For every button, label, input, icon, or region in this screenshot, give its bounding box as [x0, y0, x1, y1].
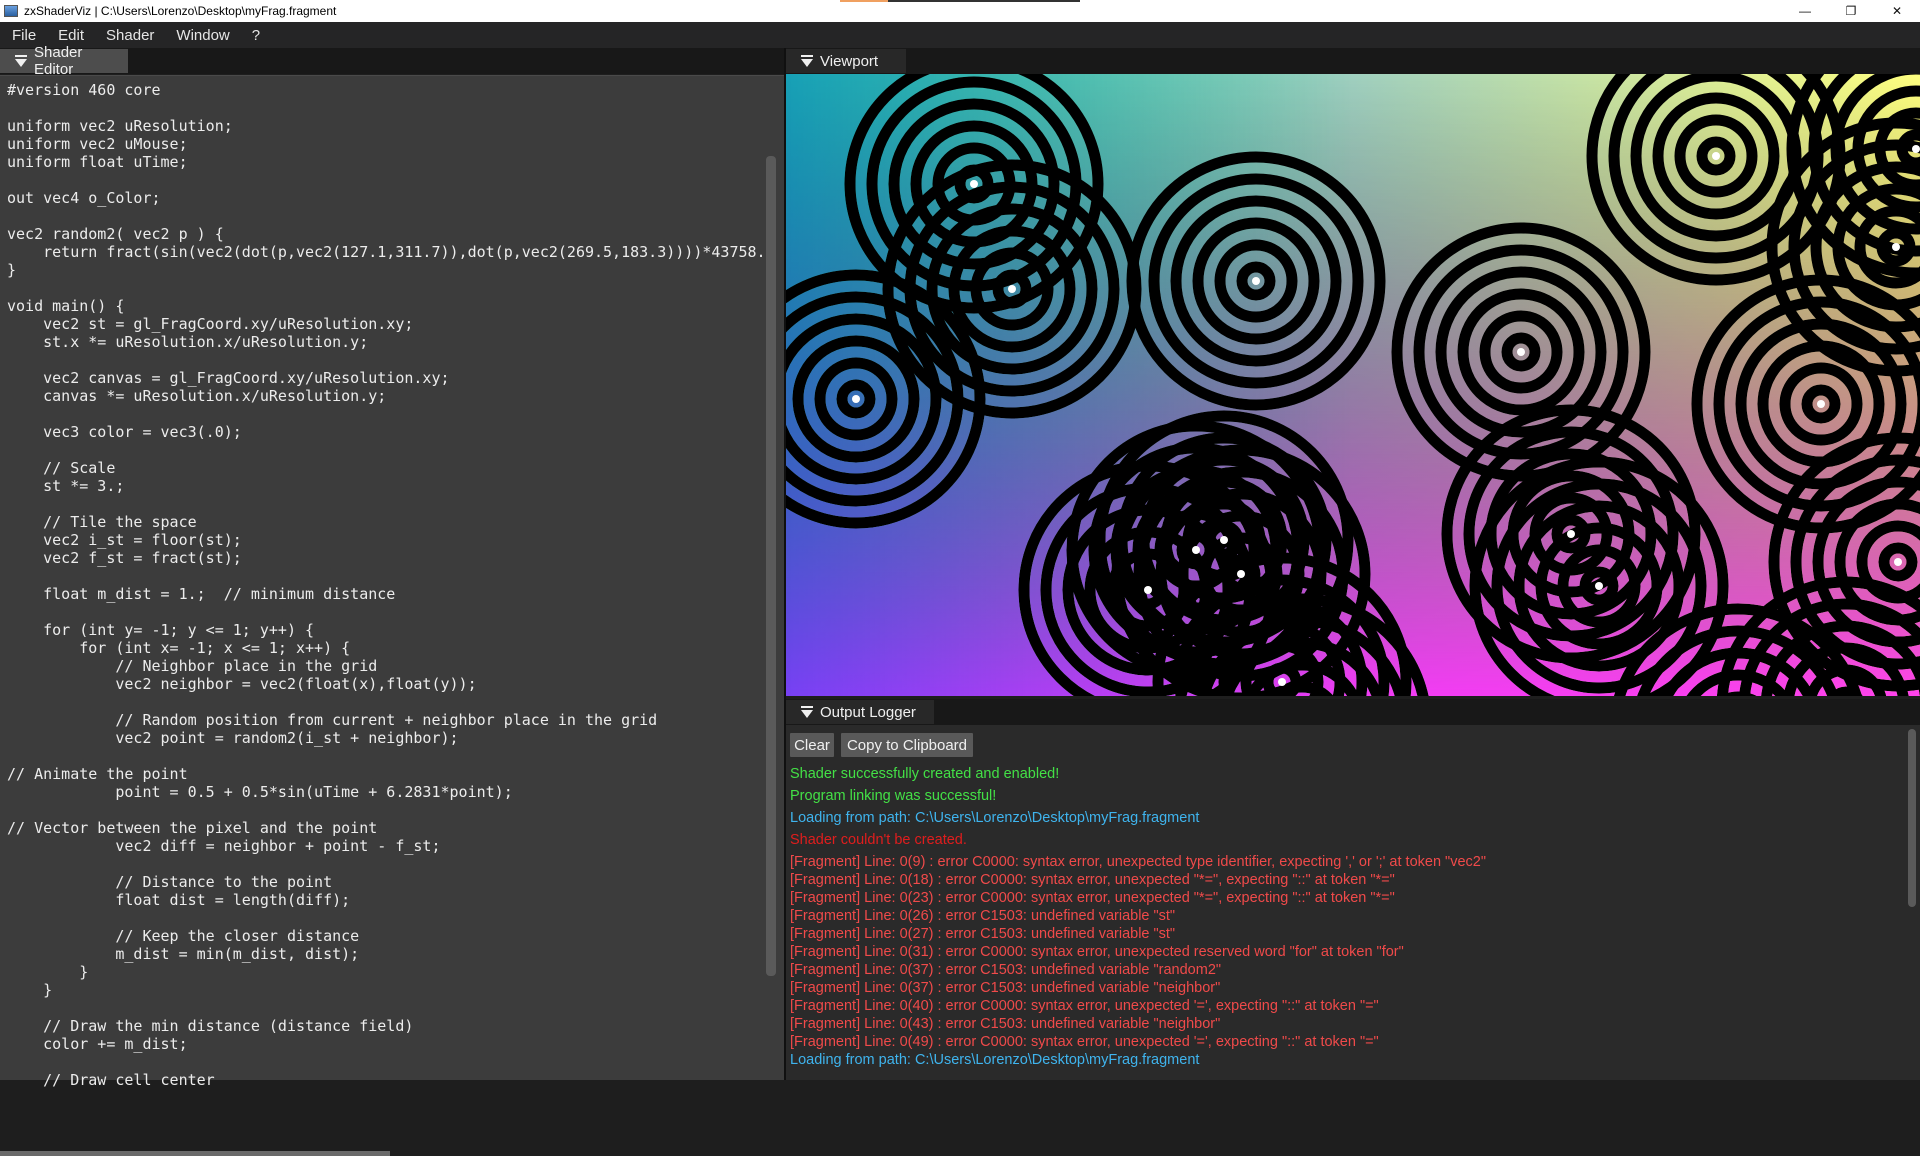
- title-accent-strip: [840, 0, 1080, 2]
- cell-center-point: [1278, 678, 1286, 686]
- cell-center-point: [1517, 348, 1525, 356]
- output-logger-body: Clear Copy to Clipboard Shader successfu…: [786, 725, 1920, 1080]
- cell-center-point: [1567, 530, 1575, 538]
- window-title-bar: zxShaderViz | C:\Users\Lorenzo\Desktop\m…: [0, 0, 1920, 22]
- restore-button[interactable]: ❐: [1828, 0, 1874, 22]
- log-line: Loading from path: C:\Users\Lorenzo\Desk…: [790, 810, 1200, 826]
- log-line: [Fragment] Line: 0(31) : error C0000: sy…: [790, 944, 1404, 960]
- log-line: Shader successfully created and enabled!: [790, 766, 1060, 782]
- collapse-icon[interactable]: [14, 54, 28, 68]
- cell-center-point: [852, 395, 860, 403]
- cell-center-point: [1237, 570, 1245, 578]
- cell-center-point: [1894, 558, 1902, 566]
- cell-center-point: [1008, 285, 1016, 293]
- copy-to-clipboard-button[interactable]: Copy to Clipboard: [841, 733, 973, 757]
- clear-button[interactable]: Clear: [790, 733, 834, 757]
- tab-shader-editor-label: Shader Editor: [34, 44, 83, 78]
- tab-viewport[interactable]: Viewport: [786, 49, 906, 73]
- tab-output-logger[interactable]: Output Logger: [786, 700, 934, 724]
- output-logger-header: Output Logger: [786, 699, 1920, 725]
- log-line: [Fragment] Line: 0(40) : error C0000: sy…: [790, 998, 1379, 1014]
- log-line: Shader couldn't be created.: [790, 832, 967, 848]
- editor-vertical-scrollbar[interactable]: [766, 156, 776, 976]
- log-line: [Fragment] Line: 0(9) : error C0000: syn…: [790, 854, 1486, 870]
- log-line: [Fragment] Line: 0(18) : error C0000: sy…: [790, 872, 1395, 888]
- menu-help[interactable]: ?: [241, 27, 271, 44]
- tab-output-logger-label: Output Logger: [820, 703, 916, 721]
- cell-center-point: [1712, 152, 1720, 160]
- cell-center-point: [970, 180, 978, 188]
- collapse-icon[interactable]: [800, 54, 814, 68]
- tab-viewport-label: Viewport: [820, 52, 879, 70]
- log-line: [Fragment] Line: 0(37) : error C1503: un…: [790, 962, 1222, 978]
- collapse-icon[interactable]: [800, 705, 814, 719]
- log-line: [Fragment] Line: 0(43) : error C1503: un…: [790, 1016, 1221, 1032]
- log-line: [Fragment] Line: 0(23) : error C0000: sy…: [790, 890, 1395, 906]
- cell-center-point: [1912, 145, 1920, 153]
- viewport-header: Viewport: [786, 48, 1920, 74]
- cell-center-point: [1192, 546, 1200, 554]
- shader-render-output: [786, 74, 1920, 696]
- shader-editor-header: Shader Editor: [0, 44, 784, 78]
- menu-bar: File Edit Shader Window ?: [0, 22, 1920, 48]
- log-line: Program linking was successful!: [790, 788, 997, 804]
- log-line: [Fragment] Line: 0(26) : error C1503: un…: [790, 908, 1176, 924]
- cell-center-point: [1144, 586, 1152, 594]
- log-line: Loading from path: C:\Users\Lorenzo\Desk…: [790, 1052, 1200, 1068]
- shader-editor-body: #version 460 core uniform vec2 uResoluti…: [0, 75, 784, 1156]
- cell-center-point: [1817, 400, 1825, 408]
- window-title: zxShaderViz | C:\Users\Lorenzo\Desktop\m…: [24, 4, 337, 18]
- menu-file[interactable]: File: [0, 27, 47, 44]
- cell-center-point: [1252, 277, 1260, 285]
- menu-edit[interactable]: Edit: [47, 27, 95, 44]
- window-controls: — ❐ ✕: [1782, 0, 1920, 22]
- cell-center-point: [1220, 536, 1228, 544]
- app-icon: [4, 5, 18, 17]
- log-line: [Fragment] Line: 0(27) : error C1503: un…: [790, 926, 1176, 942]
- menu-shader[interactable]: Shader: [95, 27, 165, 44]
- viewport-canvas[interactable]: [786, 74, 1920, 696]
- menu-window[interactable]: Window: [165, 27, 240, 44]
- cell-center-point: [1892, 243, 1900, 251]
- log-lines: Shader successfully created and enabled!…: [790, 765, 1900, 1069]
- log-line: [Fragment] Line: 0(37) : error C1503: un…: [790, 980, 1221, 996]
- close-button[interactable]: ✕: [1874, 0, 1920, 22]
- tab-shader-editor[interactable]: Shader Editor: [0, 44, 128, 78]
- minimize-button[interactable]: —: [1782, 0, 1828, 22]
- log-line: [Fragment] Line: 0(49) : error C0000: sy…: [790, 1034, 1379, 1050]
- cell-center-point: [1595, 582, 1603, 590]
- logger-vertical-scrollbar[interactable]: [1908, 729, 1916, 907]
- code-editor[interactable]: #version 460 core uniform vec2 uResoluti…: [7, 81, 765, 1089]
- editor-horizontal-scrollbar[interactable]: [0, 1151, 390, 1156]
